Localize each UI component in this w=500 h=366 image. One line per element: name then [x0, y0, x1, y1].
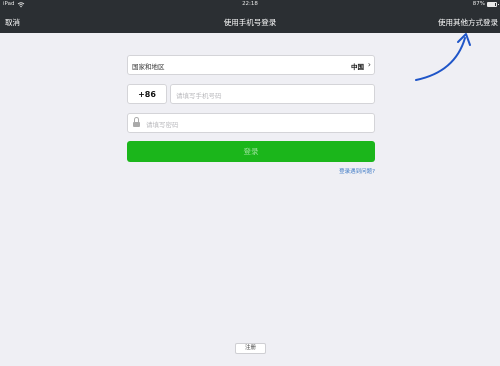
chevron-right-icon: › [367, 60, 371, 69]
region-selector[interactable]: 国家和地区 中国 › [127, 55, 375, 75]
phone-placeholder: 请填写手机号码 [176, 92, 222, 100]
password-placeholder: 请填写密码 [146, 121, 179, 129]
battery-icon [487, 2, 499, 7]
clock: 22:18 [242, 1, 258, 7]
page-title: 使用手机号登录 [223, 18, 277, 27]
other-login-methods-button[interactable]: 使用其他方式登录 [438, 17, 498, 28]
curved-arrow-icon [415, 33, 471, 81]
country-code-field[interactable]: +86 [127, 84, 167, 104]
login-help-link[interactable]: 登录遇到问题? [339, 167, 375, 175]
phone-number-input[interactable]: 请填写手机号码 [170, 84, 375, 104]
region-value: 中国 [351, 63, 364, 71]
country-code-value: +86 [138, 90, 156, 99]
lock-icon [133, 117, 140, 128]
login-button[interactable]: 登录 [127, 141, 375, 162]
status-bar: iPad 22:18 87% [0, 0, 500, 9]
password-input[interactable]: 请填写密码 [127, 113, 375, 133]
region-label: 国家和地区 [132, 63, 165, 71]
register-button[interactable]: 注册 [235, 343, 266, 354]
battery-percentage: 87% [472, 1, 485, 7]
